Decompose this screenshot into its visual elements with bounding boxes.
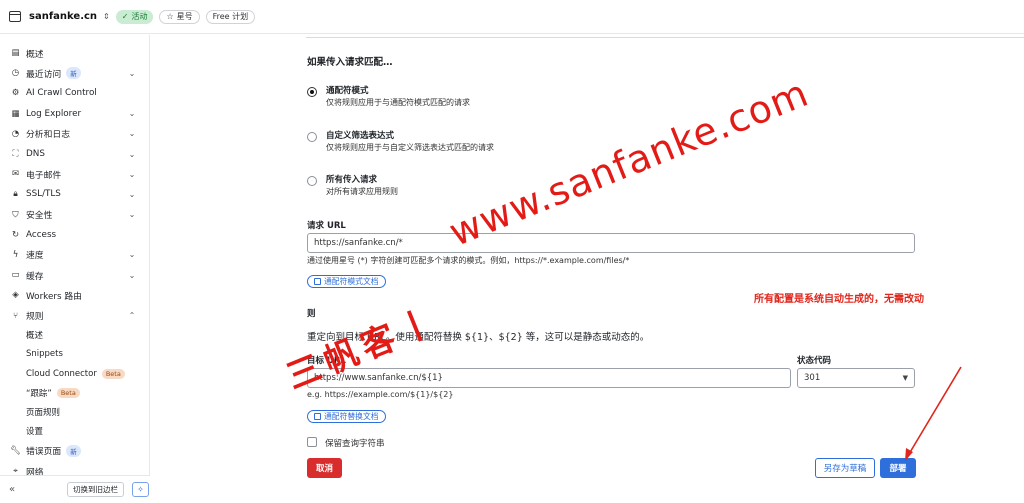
sidebar: ▤ 概述 ◷ 最近访问新 ⌄ ⚙ AI Crawl Control ▦ Log Explo… — [0, 35, 150, 503]
cancel-button[interactable]: 取消 — [307, 458, 342, 478]
sidebar-item-access[interactable]: ↻ Access — [0, 225, 149, 245]
external-doc-icon — [314, 413, 321, 420]
wrench-icon: 🔧︎ — [10, 445, 21, 456]
status-code-select[interactable]: 301 ▼ — [797, 368, 915, 388]
sidebar-subitem-cloud-connector[interactable]: Cloud Connector Beta — [0, 364, 149, 383]
refresh-icon: ↻ — [11, 229, 20, 240]
robot-icon: ⚙ — [11, 88, 20, 99]
sidebar-item-error-pages[interactable]: 🔧︎ 错误页面新 — [0, 441, 149, 461]
option-all-requests[interactable]: 所有传入请求 对所有请求应用规则 — [307, 175, 398, 198]
site-name[interactable]: sanfanke.cn — [29, 11, 97, 22]
annotation-text: 所有配置是系统自动生成的，无需改动 — [754, 294, 924, 305]
request-url-help: 通过使用星号 (*) 字符创建可匹配多个请求的模式。例如，https://*.e… — [307, 256, 630, 265]
beta-badge: Beta — [101, 368, 125, 379]
radio-wildcard[interactable] — [307, 87, 317, 97]
switch-site-icon[interactable]: ⇕ — [103, 12, 110, 21]
star-icon: ☆ — [166, 12, 174, 21]
main-content: 如果传入请求匹配… 通配符模式 仅将规则应用于与通配符模式匹配的请求 自定义筛选表… — [151, 35, 1024, 503]
new-badge: 新 — [66, 444, 81, 457]
beta-badge: Beta — [56, 387, 80, 398]
target-url-help: e.g. https://example.com/${1}/${2} — [307, 390, 454, 399]
option-wildcard[interactable]: 通配符模式 仅将规则应用于与通配符模式匹配的请求 — [307, 86, 470, 109]
server-icon: ▭ — [11, 270, 20, 281]
status-pill: ✓ 活动 — [115, 9, 154, 24]
chart-pie-icon: ◔ — [11, 128, 20, 139]
star-pill-label: 星号 — [176, 12, 193, 21]
browser-window-icon — [9, 11, 21, 22]
rules-icon: ⑂ — [12, 310, 19, 321]
star-pill[interactable]: ☆ 星号 — [159, 9, 200, 24]
divider — [306, 37, 1024, 38]
status-code-label: 状态代码 — [797, 356, 832, 366]
sidebar-item-ssl[interactable]: 🔒︎ SSL/TLS ⌄ — [0, 184, 149, 204]
sidebar-footer: « 切换到旧边栏 ✧ — [0, 475, 150, 503]
preserve-query-checkbox[interactable] — [307, 437, 317, 447]
clock-icon: ◷ — [11, 68, 20, 79]
sidebar-subitem-snippets[interactable]: Snippets — [0, 345, 149, 364]
chevron-down-icon: ⌄ — [128, 270, 136, 280]
request-url-label: 请求 URL — [307, 221, 346, 231]
caret-down-icon: ▼ — [902, 374, 908, 382]
sidebar-subitem-settings[interactable]: 设置 — [0, 422, 149, 441]
sidebar-subitem-page-rules[interactable]: 页面规则 — [0, 402, 149, 421]
chevron-down-icon: ⌄ — [128, 189, 136, 199]
wildcard-doc-button[interactable]: 通配符模式文档 — [307, 275, 386, 288]
chevron-down-icon: ⌄ — [128, 169, 136, 179]
external-doc-icon — [314, 278, 321, 285]
collapse-sidebar-icon[interactable]: « — [9, 484, 39, 495]
chevron-down-icon: ⌄ — [128, 129, 136, 139]
preserve-query-label: 保留查询字符串 — [325, 439, 385, 449]
bolt-icon: ϟ — [12, 249, 19, 260]
sidebar-item-log-explorer[interactable]: ▦ Log Explorer ⌄ — [0, 104, 149, 124]
sidebar-item-speed[interactable]: ϟ 速度 ⌄ — [0, 245, 149, 265]
sidebar-item-rules[interactable]: ⑂ 规则 ⌃ — [0, 305, 149, 325]
switch-legacy-sidebar-button[interactable]: 切换到旧边栏 — [67, 482, 124, 497]
chevron-down-icon: ⌄ — [128, 68, 136, 78]
sidebar-item-email[interactable]: ✉ 电子邮件 ⌄ — [0, 164, 149, 184]
top-bar: sanfanke.cn ⇕ ✓ 活动 ☆ 星号 Free 计划 — [0, 0, 1024, 34]
new-badge: 新 — [66, 67, 81, 80]
plan-pill-label: Free 计划 — [212, 12, 249, 21]
option-custom-filter[interactable]: 自定义筛选表达式 仅将规则应用于与自定义筛选表达式匹配的请求 — [307, 131, 494, 154]
chevron-down-icon: ⌄ — [128, 250, 136, 260]
request-url-input[interactable]: https://sanfanke.cn/* — [307, 233, 915, 253]
chevron-down-icon: ⌄ — [128, 210, 136, 220]
sidebar-item-cache[interactable]: ▭ 缓存 ⌄ — [0, 265, 149, 285]
log-icon: ▦ — [11, 108, 20, 119]
chevron-up-icon: ⌃ — [128, 311, 136, 321]
mail-icon: ✉ — [11, 169, 20, 180]
sidebar-subitem-trace[interactable]: “跟踪” Beta — [0, 383, 149, 402]
sparkle-icon[interactable]: ✧ — [132, 482, 149, 497]
section-title: 如果传入请求匹配… — [307, 57, 393, 68]
chevron-down-icon: ⌄ — [128, 149, 136, 159]
replace-doc-button[interactable]: 通配符替换文档 — [307, 410, 386, 423]
network-icon: ⛶ — [12, 149, 19, 160]
radio-custom-filter[interactable] — [307, 132, 317, 142]
target-url-input[interactable]: https://www.sanfanke.cn/${1} — [307, 368, 791, 388]
sidebar-item-security[interactable]: ⛉ 安全性 ⌄ — [0, 205, 149, 225]
status-pill-label: 活动 — [131, 12, 148, 21]
deploy-button[interactable]: 部署 — [880, 458, 916, 478]
workers-icon: ◈ — [12, 290, 19, 301]
check-icon: ✓ — [121, 12, 129, 21]
save-draft-button[interactable]: 另存为草稿 — [815, 458, 875, 478]
sidebar-item-dns[interactable]: ⛶ DNS ⌄ — [0, 144, 149, 164]
sidebar-item-workers[interactable]: ◈ Workers 路由 — [0, 285, 149, 305]
plan-pill[interactable]: Free 计划 — [205, 9, 256, 24]
then-label: 则 — [307, 309, 316, 319]
document-icon: ▤ — [11, 48, 20, 59]
shield-icon: ⛉ — [12, 209, 19, 220]
sidebar-item-overview[interactable]: ▤ 概述 — [0, 43, 149, 63]
sidebar-item-ai-crawl[interactable]: ⚙ AI Crawl Control — [0, 83, 149, 103]
sidebar-item-recent[interactable]: ◷ 最近访问新 ⌄ — [0, 63, 149, 83]
chevron-down-icon: ⌄ — [128, 109, 136, 119]
sidebar-item-analytics[interactable]: ◔ 分析和日志 ⌄ — [0, 124, 149, 144]
lock-icon: 🔒︎ — [13, 189, 18, 200]
radio-all-requests[interactable] — [307, 176, 317, 186]
sidebar-subitem-rules-overview[interactable]: 概述 — [0, 326, 149, 345]
